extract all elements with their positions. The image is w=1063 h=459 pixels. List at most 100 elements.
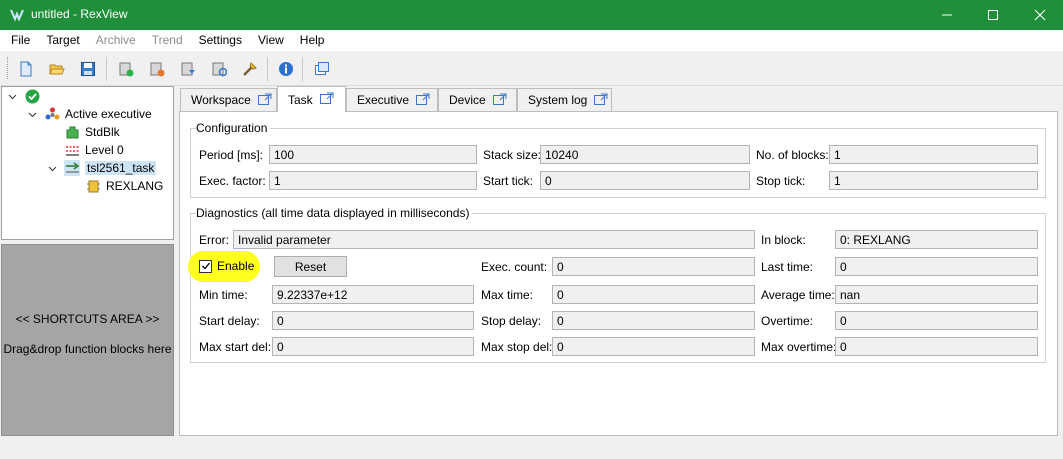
tree-item-active-executive[interactable]: Active executive xyxy=(26,105,152,123)
project-tree: Active executive StdBlk Level 0 tsl2561_… xyxy=(1,86,174,240)
blocks-count-field[interactable]: 1 xyxy=(829,145,1038,164)
tree-item-label: tsl2561_task xyxy=(85,161,157,175)
tab-label: System log xyxy=(528,93,588,107)
tree-item-stdblk[interactable]: StdBlk xyxy=(64,123,120,141)
popout-icon[interactable] xyxy=(492,93,507,108)
open-folder-icon[interactable] xyxy=(45,57,69,81)
save-icon[interactable] xyxy=(76,57,100,81)
menu-view[interactable]: View xyxy=(250,30,292,51)
checkbox-box[interactable] xyxy=(199,259,212,273)
disconnect-target-icon[interactable] xyxy=(145,57,169,81)
max-overtime-label: Max overtime: xyxy=(761,340,837,354)
max-start-delay-label: Max start del: xyxy=(199,340,272,354)
enable-checkbox[interactable]: Enable xyxy=(199,259,254,273)
right-edge xyxy=(1058,86,1063,436)
popout-icon[interactable] xyxy=(257,93,272,108)
min-time-field[interactable]: 9.22337e+12 xyxy=(272,285,474,304)
period-label: Period [ms]: xyxy=(199,148,264,162)
last-time-field[interactable]: 0 xyxy=(835,257,1038,276)
tab-task[interactable]: Task xyxy=(277,86,346,112)
last-time-label: Last time: xyxy=(761,260,814,274)
menu-target[interactable]: Target xyxy=(38,30,87,51)
period-field[interactable]: 100 xyxy=(269,145,477,164)
rexview-app-icon xyxy=(9,7,25,23)
start-delay-label: Start delay: xyxy=(199,314,260,328)
stack-size-label: Stack size: xyxy=(483,148,542,162)
puzzle-icon xyxy=(64,124,80,140)
menu-archive[interactable]: Archive xyxy=(88,30,144,51)
close-button[interactable] xyxy=(1017,0,1063,30)
connect-target-icon[interactable] xyxy=(114,57,138,81)
min-time-label: Min time: xyxy=(199,288,248,302)
popout-icon[interactable] xyxy=(319,92,334,107)
settings-tool-icon[interactable] xyxy=(238,57,262,81)
status-area xyxy=(0,436,1063,459)
refresh-icon[interactable] xyxy=(207,57,231,81)
start-tick-label: Start tick: xyxy=(483,174,534,188)
tree-item-root[interactable] xyxy=(6,87,45,105)
title-bar[interactable]: untitled - RexView xyxy=(0,0,1063,30)
shortcuts-title: << SHORTCUTS AREA >> xyxy=(15,312,160,326)
max-stop-delay-label: Max stop del: xyxy=(481,340,553,354)
reset-button[interactable]: Reset xyxy=(274,256,347,277)
shortcuts-area[interactable]: << SHORTCUTS AREA >> Drag&drop function … xyxy=(1,244,174,436)
max-stop-delay-field[interactable]: 0 xyxy=(552,337,755,356)
maximize-button[interactable] xyxy=(970,0,1016,30)
max-time-field[interactable]: 0 xyxy=(552,285,755,304)
configuration-title: Configuration xyxy=(196,121,271,135)
menu-file[interactable]: File xyxy=(3,30,38,51)
tree-item-tsl2561-task[interactable]: tsl2561_task xyxy=(46,159,157,177)
stop-tick-field[interactable]: 1 xyxy=(829,171,1038,190)
max-start-delay-field[interactable]: 0 xyxy=(272,337,474,356)
chevron-down-icon[interactable] xyxy=(46,162,58,174)
popout-icon[interactable] xyxy=(594,93,608,108)
exec-factor-field[interactable]: 1 xyxy=(269,171,477,190)
shortcuts-hint: Drag&drop function blocks here xyxy=(3,342,172,356)
toolbar xyxy=(0,51,1063,86)
exec-count-label: Exec. count: xyxy=(481,260,548,274)
tree-item-rexlang[interactable]: REXLANG xyxy=(85,177,163,195)
popout-icon[interactable] xyxy=(416,93,430,108)
diagnostics-title: Diagnostics (all time data displayed in … xyxy=(196,206,473,220)
tab-device[interactable]: Device xyxy=(438,88,517,111)
info-icon[interactable] xyxy=(274,57,298,81)
toolbar-separator xyxy=(302,57,303,81)
chevron-down-icon[interactable] xyxy=(6,90,18,102)
error-label: Error: xyxy=(199,233,229,247)
check-ok-icon xyxy=(24,88,40,104)
download-icon[interactable] xyxy=(176,57,200,81)
overtime-field[interactable]: 0 xyxy=(835,311,1038,330)
new-file-icon[interactable] xyxy=(14,57,38,81)
minimize-button[interactable] xyxy=(924,0,970,30)
tree-item-label: StdBlk xyxy=(85,125,120,139)
menu-settings[interactable]: Settings xyxy=(191,30,250,51)
window-title: untitled - RexView xyxy=(31,7,128,21)
error-field[interactable]: Invalid parameter xyxy=(233,230,755,249)
executive-icon xyxy=(44,106,60,122)
tab-label: Device xyxy=(449,93,486,107)
stop-tick-label: Stop tick: xyxy=(756,174,806,188)
average-time-field[interactable]: nan xyxy=(835,285,1038,304)
block-icon xyxy=(85,178,101,194)
tab-system-log[interactable]: System log xyxy=(517,88,612,111)
exec-count-field[interactable]: 0 xyxy=(552,257,755,276)
menu-help[interactable]: Help xyxy=(292,30,333,51)
tree-item-level-0[interactable]: Level 0 xyxy=(64,141,124,159)
stop-delay-label: Stop delay: xyxy=(481,314,542,328)
stop-delay-field[interactable]: 0 xyxy=(552,311,755,330)
in-block-label: In block: xyxy=(761,233,806,247)
start-tick-field[interactable]: 0 xyxy=(540,171,750,190)
toolbar-grip[interactable] xyxy=(7,57,10,79)
tab-workspace[interactable]: Workspace xyxy=(180,88,277,111)
tab-executive[interactable]: Executive xyxy=(346,88,438,111)
max-overtime-field[interactable]: 0 xyxy=(835,337,1038,356)
task-icon xyxy=(64,160,80,176)
start-delay-field[interactable]: 0 xyxy=(272,311,474,330)
window-icon[interactable] xyxy=(310,57,334,81)
chevron-down-icon[interactable] xyxy=(26,108,38,120)
max-time-label: Max time: xyxy=(481,288,534,302)
toolbar-separator xyxy=(106,57,107,81)
stack-size-field[interactable]: 10240 xyxy=(540,145,750,164)
in-block-field[interactable]: 0: REXLANG xyxy=(835,230,1038,249)
menu-trend[interactable]: Trend xyxy=(144,30,191,51)
